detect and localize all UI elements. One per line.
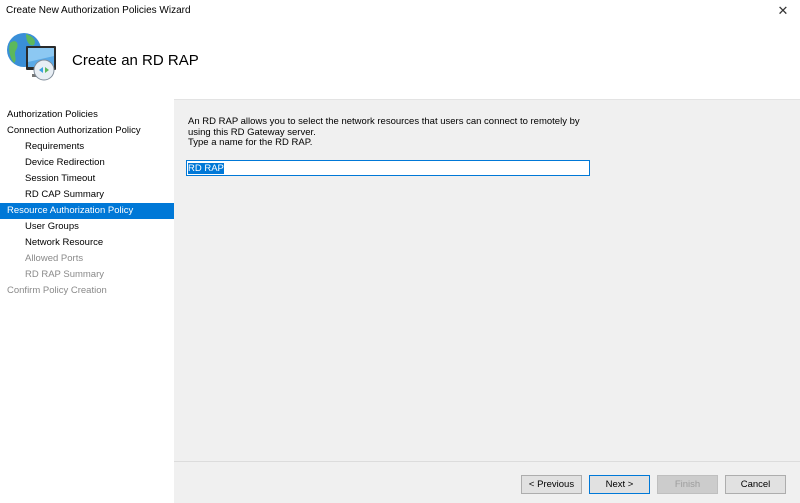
nav-item-label: RD RAP Summary	[25, 269, 105, 280]
nav-item-label: User Groups	[25, 221, 79, 232]
wizard-header: Create an RD RAP	[0, 22, 800, 100]
rd-rap-name-input[interactable]	[186, 160, 590, 176]
nav-item-rd-cap-summary[interactable]: RD CAP Summary	[0, 187, 174, 203]
wizard-footer: < Previous Next > Finish Cancel	[174, 461, 800, 503]
nav-item-label: Resource Authorization Policy	[7, 205, 134, 216]
description-line: An RD RAP allows you to select the netwo…	[188, 116, 580, 127]
nav-item-user-groups[interactable]: User Groups	[0, 219, 174, 235]
previous-button[interactable]: < Previous	[521, 475, 582, 494]
nav-item-confirm-policy-creation: Confirm Policy Creation	[0, 283, 174, 299]
finish-button: Finish	[657, 475, 718, 494]
nav-item-label: Connection Authorization Policy	[7, 125, 141, 136]
nav-item-resource-authorization-policy[interactable]: Resource Authorization Policy	[0, 203, 174, 219]
nav-item-session-timeout[interactable]: Session Timeout	[0, 171, 174, 187]
title-bar: Create New Authorization Policies Wizard…	[0, 0, 800, 22]
nav-item-connection-authorization-policy[interactable]: Connection Authorization Policy	[0, 123, 174, 139]
nav-item-label: Requirements	[25, 141, 85, 152]
nav-item-requirements[interactable]: Requirements	[0, 139, 174, 155]
nav-item-label: Session Timeout	[25, 173, 96, 184]
name-prompt-label: Type a name for the RD RAP.	[188, 137, 313, 149]
wizard-steps-nav: Authorization Policies Connection Author…	[0, 101, 174, 502]
window-title: Create New Authorization Policies Wizard	[6, 5, 191, 16]
wizard-content-panel: An RD RAP allows you to select the netwo…	[174, 99, 800, 462]
nav-item-allowed-ports: Allowed Ports	[0, 251, 174, 267]
next-button[interactable]: Next >	[589, 475, 650, 494]
nav-item-label: Allowed Ports	[25, 253, 84, 264]
nav-item-label: Confirm Policy Creation	[7, 285, 107, 296]
nav-item-label: Authorization Policies	[7, 109, 98, 120]
globe-computer-gateway-icon	[7, 33, 56, 81]
nav-item-label: Device Redirection	[25, 157, 105, 168]
description-text: An RD RAP allows you to select the netwo…	[188, 116, 608, 149]
close-icon: ✕	[777, 3, 789, 18]
nav-item-network-resource[interactable]: Network Resource	[0, 235, 174, 251]
nav-item-authorization-policies[interactable]: Authorization Policies	[0, 107, 174, 123]
nav-item-device-redirection[interactable]: Device Redirection	[0, 155, 174, 171]
cancel-button[interactable]: Cancel	[725, 475, 786, 494]
close-button[interactable]: ✕	[766, 0, 800, 22]
nav-item-label: RD CAP Summary	[25, 189, 105, 200]
page-title: Create an RD RAP	[72, 52, 199, 69]
nav-item-rd-rap-summary: RD RAP Summary	[0, 267, 174, 283]
nav-item-label: Network Resource	[25, 237, 104, 248]
